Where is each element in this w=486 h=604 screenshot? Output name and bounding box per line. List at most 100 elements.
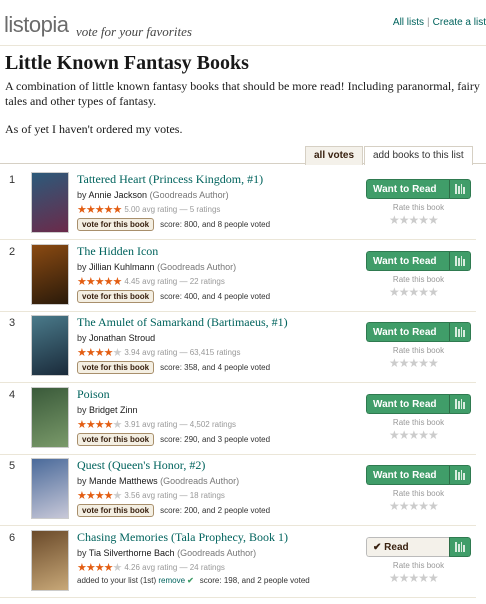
all-lists-link[interactable]: All lists <box>393 17 424 28</box>
create-list-link[interactable]: Create a list <box>433 17 486 28</box>
votes-count: 2 <box>217 506 223 515</box>
vote-line: vote for this book score: 200, and 2 peop… <box>77 504 270 517</box>
votes-count: 8 <box>217 220 223 229</box>
book-cover[interactable] <box>31 529 69 591</box>
book-cover[interactable] <box>31 458 69 519</box>
goodreads-author-tag: (Goodreads Author) <box>160 476 240 486</box>
author-link[interactable]: Mande Matthews <box>89 476 158 486</box>
added-text: added to your list (1st) <box>77 575 157 585</box>
rate-stars[interactable]: ★★★★★ <box>389 428 439 443</box>
and-label: and <box>201 220 216 229</box>
check-icon: ✔ <box>187 575 194 585</box>
rank-number: 6 <box>9 531 16 544</box>
shelf-status[interactable]: Want to Read <box>366 250 449 271</box>
rate-label: Rate this book <box>392 417 445 427</box>
author-link[interactable]: Bridget Zinn <box>89 405 138 415</box>
vote-button[interactable]: vote for this book <box>77 218 155 231</box>
shelf-dropdown[interactable] <box>449 322 471 342</box>
byline: by Bridget Zinn <box>77 405 138 415</box>
rate-stars[interactable]: ★★★★★ <box>389 356 439 371</box>
shelf-label: Want to Read <box>373 398 437 410</box>
score-label: score: <box>160 220 182 229</box>
avg-rating: 3.91 <box>124 419 140 429</box>
tab-add-books[interactable]: add books to this list <box>364 146 473 165</box>
tab-all-votes[interactable]: all votes <box>305 146 364 165</box>
book-title-link[interactable]: Poison <box>77 387 110 402</box>
book-title-link[interactable]: Tattered Heart (Princess Kingdom, #1) <box>77 172 263 187</box>
shelf-label: Read <box>384 541 409 553</box>
shelf-dropdown[interactable] <box>449 250 471 271</box>
book-row: 2 The Hidden Icon by Jillian Kuhlmann (G… <box>0 241 476 312</box>
rating-line: ★★★★★ 4.26 avg rating — 24 ratings <box>77 561 225 574</box>
vote-button[interactable]: vote for this book <box>77 361 155 374</box>
shelf-status[interactable]: Want to Read <box>366 393 449 414</box>
goodreads-author-tag: (Goodreads Author) <box>157 261 237 272</box>
byline: by Jillian Kuhlmann (Goodreads Author) <box>77 262 236 272</box>
author-link[interactable]: Jillian Kuhlmann <box>89 262 155 272</box>
book-cover[interactable] <box>31 386 69 448</box>
book-title-link[interactable]: The Amulet of Samarkand (Bartimaeus, #1) <box>77 315 288 330</box>
score-value: 200 <box>184 506 198 515</box>
and-label: and <box>201 506 216 515</box>
rate-stars[interactable]: ★★★★★ <box>389 571 439 586</box>
remove-link[interactable]: remove <box>158 576 185 585</box>
score-value: 358 <box>184 363 198 372</box>
bookshelf-icon <box>455 470 465 480</box>
shelf-dropdown[interactable] <box>449 393 471 414</box>
book-cover[interactable] <box>31 243 69 305</box>
rating-stars: ★★★★★ <box>77 561 122 574</box>
listopia-logo[interactable]: listopia <box>4 12 69 38</box>
byline: by Jonathan Stroud <box>77 333 155 343</box>
site-header: listopia vote for your favorites All lis… <box>0 0 486 46</box>
book-row: 6 Chasing Memories (Tala Prophecy, Book … <box>0 527 476 598</box>
vote-button[interactable]: vote for this book <box>77 289 155 303</box>
score-label: score: <box>160 506 182 515</box>
book-title-link[interactable]: Quest (Queen's Honor, #2) <box>77 458 205 473</box>
shelf-label: Want to Read <box>373 327 437 338</box>
tagline: vote for your favorites <box>76 24 192 39</box>
author-link[interactable]: Tia Silverthorne Bach <box>89 548 175 558</box>
rank-number: 4 <box>9 388 16 401</box>
ratings-count: 18 <box>189 491 199 500</box>
author-link[interactable]: Jonathan Stroud <box>89 333 155 343</box>
book-cover[interactable] <box>31 315 69 376</box>
shelf-button[interactable]: ✔ Read <box>366 536 471 557</box>
vote-button[interactable]: vote for this book <box>77 432 155 446</box>
shelf-dropdown[interactable] <box>449 465 471 485</box>
rate-stars[interactable]: ★★★★★ <box>389 499 439 514</box>
shelf-button[interactable]: Want to Read <box>366 393 471 414</box>
author-link[interactable]: Annie Jackson <box>89 190 148 200</box>
rank-number: 3 <box>9 317 16 329</box>
people-voted-label: people voted <box>224 506 271 515</box>
shelf-button[interactable]: Want to Read <box>366 322 471 342</box>
bookshelf-icon <box>455 398 465 409</box>
shelf-status[interactable]: ✔ Read <box>366 536 449 557</box>
ratings-label: ratings <box>216 348 241 357</box>
people-voted-label: people voted <box>263 575 310 585</box>
shelf-status[interactable]: Want to Read <box>366 465 449 485</box>
rate-stars[interactable]: ★★★★★ <box>389 213 439 228</box>
rate-label: Rate this book <box>392 489 445 498</box>
score-label: score: <box>160 291 182 301</box>
vote-line: added to your list (1st) remove ✔ score: 1… <box>77 575 310 585</box>
book-cover[interactable] <box>31 172 69 233</box>
vote-button[interactable]: vote for this book <box>77 504 155 517</box>
shelf-status[interactable]: Want to Read <box>366 322 449 342</box>
and-label: and <box>201 434 216 444</box>
shelf-status[interactable]: Want to Read <box>366 179 449 199</box>
shelf-dropdown[interactable] <box>449 179 471 199</box>
rating-line: ★★★★★ 5.00 avg rating — 5 ratings <box>77 203 220 216</box>
votes-count: 4 <box>217 291 223 301</box>
shelf-button[interactable]: Want to Read <box>366 179 471 199</box>
shelf-dropdown[interactable] <box>449 536 471 557</box>
and-label: and <box>241 575 255 585</box>
avg-label: avg rating — <box>142 562 188 572</box>
rate-stars[interactable]: ★★★★★ <box>389 285 439 300</box>
rating-line: ★★★★★ 4.45 avg rating — 22 ratings <box>77 275 225 288</box>
shelf-button[interactable]: Want to Read <box>366 465 471 485</box>
shelf-button[interactable]: Want to Read <box>366 250 471 271</box>
rating-line: ★★★★★ 3.91 avg rating — 4,502 ratings <box>77 418 236 431</box>
book-title-link[interactable]: The Hidden Icon <box>77 244 158 259</box>
book-title-link[interactable]: Chasing Memories (Tala Prophecy, Book 1) <box>77 530 288 545</box>
by-label: by <box>77 261 87 272</box>
